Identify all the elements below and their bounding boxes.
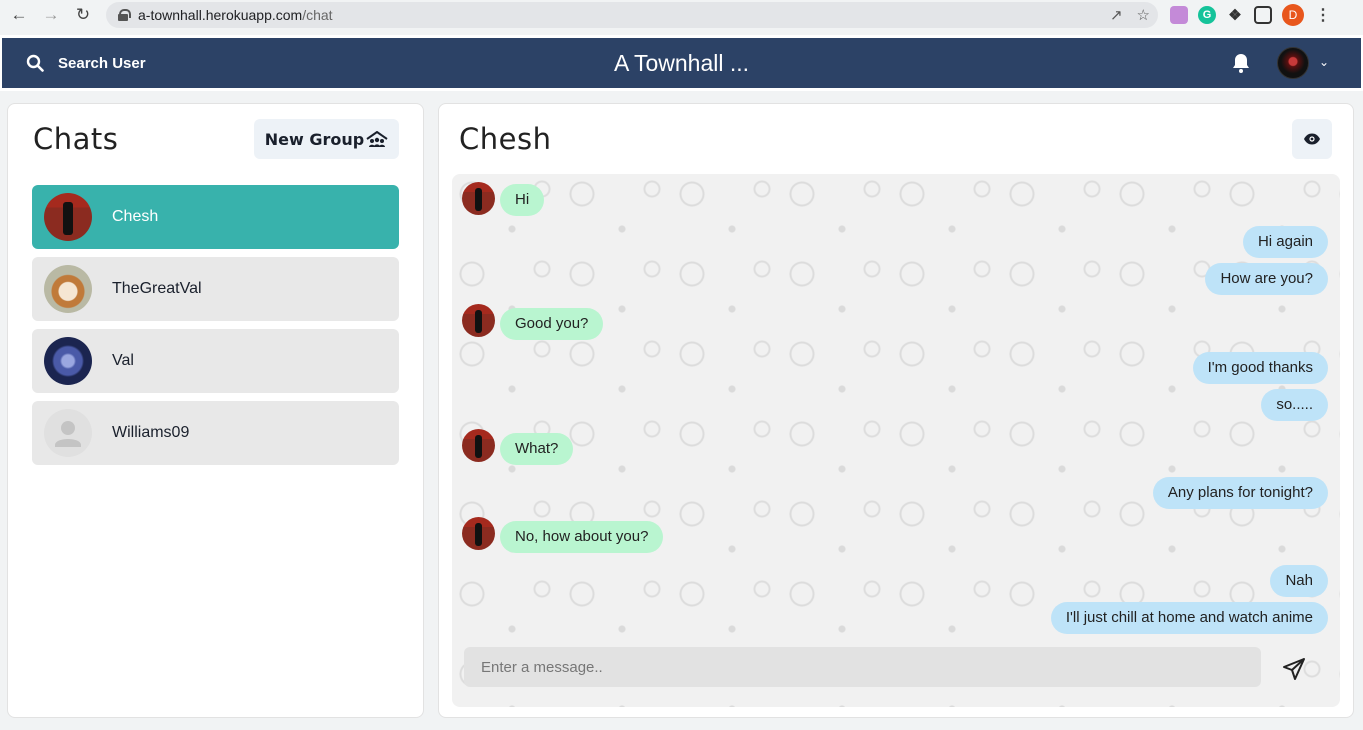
message-input[interactable]	[464, 647, 1261, 687]
conversation-panel: Chesh Hi Hi again How are you? Good you?…	[438, 103, 1354, 718]
message-outgoing: I'm good thanks	[1192, 352, 1328, 384]
eye-icon	[1304, 133, 1320, 145]
share-icon[interactable]: ↗	[1110, 6, 1123, 24]
chat-item-val[interactable]: Val	[32, 329, 399, 393]
url-host: a-townhall.herokuapp.com	[138, 7, 303, 23]
message-outgoing: so.....	[1261, 389, 1328, 421]
message-outgoing: Any plans for tonight?	[1152, 477, 1328, 509]
chat-item-label: Chesh	[112, 208, 159, 225]
profile-avatar[interactable]: D	[1282, 4, 1304, 26]
sender-avatar	[462, 517, 495, 550]
group-icon	[366, 131, 388, 147]
sender-avatar	[462, 182, 495, 215]
view-profile-button[interactable]	[1292, 119, 1332, 159]
extension-icon[interactable]	[1170, 6, 1188, 24]
lock-icon	[118, 9, 131, 21]
avatar	[44, 193, 92, 241]
bookmark-star-icon[interactable]: ☆	[1137, 6, 1150, 24]
reload-icon[interactable]: ↻	[68, 0, 98, 30]
back-icon[interactable]: ←	[4, 0, 34, 30]
more-menu-icon[interactable]: ⋮	[1314, 6, 1332, 24]
chevron-down-icon[interactable]: ⌄	[1319, 55, 1329, 69]
message-incoming: Hi	[500, 184, 545, 216]
app-header: Search User A Townhall ... ⌄	[0, 35, 1363, 91]
sender-avatar	[462, 429, 495, 462]
chat-item-label: Williams09	[112, 424, 190, 441]
avatar	[44, 265, 92, 313]
chat-item-thegreatval[interactable]: TheGreatVal	[32, 257, 399, 321]
forward-icon[interactable]: →	[36, 0, 66, 30]
avatar	[44, 337, 92, 385]
chats-title: Chats	[33, 122, 119, 156]
message-incoming: No, how about you?	[500, 521, 664, 553]
browser-toolbar: ← → ↻ a-townhall.herokuapp.com/chat ↗ ☆ …	[0, 0, 1363, 30]
message-list[interactable]: Hi Hi again How are you? Good you? I'm g…	[452, 174, 1340, 707]
conversation-title: Chesh	[459, 122, 552, 156]
search-user-button[interactable]: Search User	[26, 38, 146, 88]
message-incoming: Good you?	[500, 308, 604, 340]
sender-avatar	[462, 304, 495, 337]
new-group-label: New Group	[264, 129, 365, 149]
bell-icon[interactable]	[1230, 52, 1252, 74]
default-avatar-icon	[55, 421, 81, 447]
message-outgoing: Hi again	[1242, 226, 1328, 258]
chats-panel: Chats New Group Chesh TheGreatVal Val Wi…	[7, 103, 424, 718]
side-panel-icon[interactable]	[1254, 6, 1272, 24]
search-icon	[26, 54, 44, 72]
address-bar[interactable]: a-townhall.herokuapp.com/chat ↗ ☆	[106, 2, 1158, 28]
chat-item-williams09[interactable]: Williams09	[32, 401, 399, 465]
avatar	[44, 409, 92, 457]
app-title: A Townhall ...	[613, 50, 750, 76]
message-outgoing: I'll just chill at home and watch anime	[1050, 602, 1328, 634]
chat-item-chesh[interactable]: Chesh	[32, 185, 399, 249]
grammarly-icon[interactable]: G	[1198, 6, 1216, 24]
chat-item-label: Val	[112, 352, 134, 369]
message-outgoing: Nah	[1270, 565, 1328, 597]
avatar[interactable]	[1277, 47, 1309, 79]
send-icon[interactable]	[1282, 657, 1306, 681]
message-incoming: What?	[500, 433, 574, 465]
new-group-button[interactable]: New Group	[254, 119, 399, 159]
url-path: /chat	[302, 7, 333, 23]
message-outgoing: How are you?	[1205, 263, 1328, 295]
chat-item-label: TheGreatVal	[112, 280, 202, 297]
search-user-label: Search User	[58, 54, 146, 72]
puzzle-icon[interactable]: ❖	[1226, 6, 1244, 24]
